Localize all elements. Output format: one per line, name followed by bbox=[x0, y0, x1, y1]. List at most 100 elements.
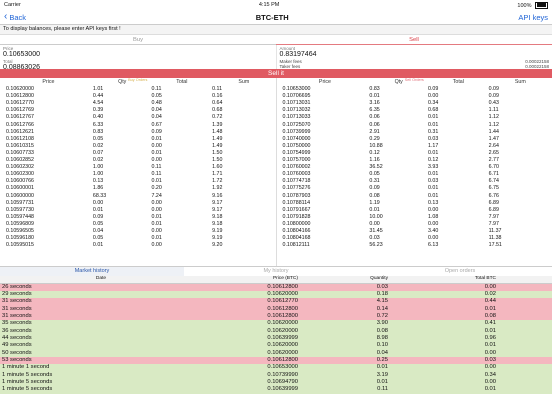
tab-buy[interactable]: Buy bbox=[0, 35, 276, 45]
history-row: 31 seconds 0.10612800 0.72 0.08 bbox=[0, 312, 552, 321]
order-row[interactable]: 0.10804166 31.45 3.40 11.37 bbox=[277, 228, 552, 235]
order-row[interactable]: 0.10750000 10.88 1.17 2.64 bbox=[277, 143, 552, 150]
order-row[interactable]: 0.10788114 1.19 0.13 6.89 bbox=[277, 200, 552, 207]
order-row[interactable]: 0.10739999 2.91 0.31 1.44 bbox=[277, 129, 552, 136]
order-row[interactable]: 0.10602300 1.00 0.11 1.71 bbox=[0, 171, 276, 178]
order-cell: 0.68 bbox=[428, 107, 439, 114]
order-cell: 0.02 bbox=[92, 142, 104, 149]
order-row[interactable]: 0.10757000 1.16 0.12 2.77 bbox=[277, 157, 552, 164]
order-row[interactable]: 0.10597448 0.09 0.01 9.18 bbox=[0, 214, 276, 221]
order-cell: 0.31 bbox=[428, 128, 439, 135]
history-row: 1 minute 1 second 0.10653000 0.01 0.00 bbox=[0, 364, 552, 372]
order-row[interactable]: 0.10602302 1.00 0.11 1.60 bbox=[0, 164, 276, 171]
order-row[interactable]: 0.10596505 0.04 0.00 9.19 bbox=[0, 228, 276, 235]
order-row[interactable]: 0.10774718 0.31 0.03 6.74 bbox=[277, 178, 552, 185]
order-row[interactable]: 0.10612621 0.83 0.09 1.48 bbox=[0, 129, 276, 136]
order-row[interactable]: 0.10600001 1.86 0.20 1.92 bbox=[0, 185, 276, 192]
order-row[interactable]: 0.10713033 0.06 0.01 1.12 bbox=[277, 114, 552, 121]
order-row[interactable]: 0.10706695 0.01 0.00 0.09 bbox=[277, 93, 552, 100]
market-history-list: 26 seconds 0.10612800 0.03 0.00 29 seconds 0.… bbox=[0, 283, 552, 394]
order-row[interactable]: 0.10725070 0.06 0.01 1.12 bbox=[277, 122, 552, 129]
order-row[interactable]: 0.10740000 0.29 0.03 1.47 bbox=[277, 136, 552, 143]
order-cell: 0.05 bbox=[92, 135, 104, 142]
carrier-label: Carrier bbox=[4, 2, 21, 8]
order-cell: 1.00 bbox=[92, 171, 104, 178]
order-cell: 1.44 bbox=[488, 128, 499, 135]
order-cell: 0.05 bbox=[151, 93, 162, 100]
order-cell: 0.03 bbox=[428, 135, 439, 142]
order-cell: 6.13 bbox=[428, 242, 439, 249]
total-input[interactable]: 0.08863026 bbox=[3, 64, 273, 72]
order-row[interactable]: 0.10612767 0.40 0.04 0.72 bbox=[0, 114, 276, 121]
order-cell: 1.39 bbox=[212, 121, 223, 128]
order-row[interactable]: 0.10620000 1.01 0.11 0.11 bbox=[0, 86, 276, 93]
tab-open-orders[interactable]: Open orders bbox=[368, 267, 552, 276]
api-keys-button[interactable]: API keys bbox=[518, 13, 548, 22]
buy-orders-list: 0.10620000 1.01 0.11 0.11 0.10612800 0.44 0.05… bbox=[0, 86, 276, 249]
history-tabs: Market history My history Open orders bbox=[0, 266, 552, 276]
order-row[interactable]: 0.10602852 0.02 0.00 1.50 bbox=[0, 157, 276, 164]
order-row[interactable]: 0.10612800 0.44 0.05 0.16 bbox=[0, 93, 276, 100]
order-row[interactable]: 0.10612766 6.33 0.67 1.39 bbox=[0, 122, 276, 129]
history-cell: 0.10620000 bbox=[267, 290, 298, 297]
order-row[interactable]: 0.10812111 56.23 6.13 17.51 bbox=[277, 242, 552, 249]
history-cell: 0.10620000 bbox=[267, 349, 298, 356]
order-row[interactable]: 0.10760002 36.52 3.93 6.70 bbox=[277, 164, 552, 171]
sell-orders-book: Sell Orders Price Qty Total Sum 0.106530… bbox=[275, 78, 552, 266]
order-row[interactable]: 0.10610315 0.02 0.00 1.49 bbox=[0, 143, 276, 150]
history-cell: 0.25 bbox=[376, 356, 388, 363]
order-cell: 0.00 bbox=[428, 93, 439, 100]
order-cell: 0.10612108 bbox=[6, 135, 34, 142]
order-row[interactable]: 0.10596809 0.05 0.01 9.18 bbox=[0, 221, 276, 228]
order-row[interactable]: 0.10791828 10.00 1.08 7.97 bbox=[277, 214, 552, 221]
order-row[interactable]: 0.10600766 0.13 0.01 1.72 bbox=[0, 178, 276, 185]
order-row[interactable]: 0.10775276 0.09 0.01 6.75 bbox=[277, 185, 552, 192]
order-row[interactable]: 0.10612769 0.39 0.04 0.68 bbox=[0, 107, 276, 114]
order-row[interactable]: 0.10595015 0.01 0.00 9.20 bbox=[0, 242, 276, 249]
order-cell: 0.10713031 bbox=[282, 100, 311, 107]
order-cell: 0.12 bbox=[369, 149, 380, 156]
tab-market-history[interactable]: Market history bbox=[0, 267, 184, 276]
sell-orders-caption: Sell Orders bbox=[404, 78, 424, 82]
taker-fees-value: 0.00022158 bbox=[525, 63, 549, 69]
order-cell: 0.10812111 bbox=[282, 242, 310, 249]
order-cell: 0.09 bbox=[488, 93, 499, 100]
order-cell: 0.00 bbox=[151, 242, 162, 249]
order-row[interactable]: 0.10787903 0.08 0.01 6.76 bbox=[277, 193, 552, 200]
order-row[interactable]: 0.10804168 0.03 0.00 11.38 bbox=[277, 235, 552, 242]
order-row[interactable]: 0.10612770 4.54 0.48 0.64 bbox=[0, 100, 276, 107]
order-cell: 1.50 bbox=[212, 149, 223, 156]
order-row[interactable]: 0.10597731 0.00 0.00 9.17 bbox=[0, 200, 276, 207]
order-row[interactable]: 0.10754999 0.12 0.01 2.65 bbox=[277, 150, 552, 157]
order-cell: 1.11 bbox=[488, 107, 499, 114]
order-cell: 0.10788114 bbox=[282, 199, 311, 206]
order-row[interactable]: 0.10653000 0.83 0.09 0.09 bbox=[277, 86, 552, 93]
order-cell: 6.89 bbox=[488, 199, 499, 206]
order-cell: 0.06 bbox=[369, 114, 380, 121]
order-row[interactable]: 0.10791667 0.01 0.00 6.89 bbox=[277, 207, 552, 214]
price-input[interactable]: 0.10653000 bbox=[3, 51, 273, 59]
order-row[interactable]: 0.10607733 0.07 0.01 1.50 bbox=[0, 150, 276, 157]
order-cell: 9.20 bbox=[212, 242, 223, 249]
back-button[interactable]: ‹ Back bbox=[4, 12, 26, 22]
history-row: 49 seconds 0.10620000 0.10 0.01 bbox=[0, 342, 552, 350]
tab-sell[interactable]: Sell bbox=[276, 35, 552, 45]
order-row[interactable]: 0.10612108 0.05 0.01 1.49 bbox=[0, 136, 276, 143]
tab-my-history[interactable]: My history bbox=[184, 267, 368, 276]
order-row[interactable]: 0.10596180 0.05 0.01 9.19 bbox=[0, 235, 276, 242]
amount-input[interactable]: 0.83197464 bbox=[280, 51, 550, 59]
order-cell: 11.38 bbox=[488, 235, 502, 242]
history-cell: 49 seconds bbox=[2, 342, 32, 349]
order-cell: 0.11 bbox=[212, 86, 223, 93]
order-row[interactable]: 0.10800000 0.00 0.00 7.97 bbox=[277, 221, 552, 228]
history-cell: 0.04 bbox=[376, 349, 388, 356]
order-cell: 0.10725070 bbox=[282, 121, 311, 128]
order-row[interactable]: 0.10600000 68.33 7.24 9.16 bbox=[0, 193, 276, 200]
order-cell: 0.10595015 bbox=[6, 242, 34, 249]
order-row[interactable]: 0.10597730 0.01 0.00 9.17 bbox=[0, 207, 276, 214]
history-cell: 0.10 bbox=[376, 342, 388, 349]
order-row[interactable]: 0.10713032 6.35 0.68 1.11 bbox=[277, 107, 552, 114]
order-row[interactable]: 0.10760003 0.05 0.01 6.71 bbox=[277, 171, 552, 178]
order-row[interactable]: 0.10713031 3.16 0.34 0.43 bbox=[277, 100, 552, 107]
order-cell: 0.11 bbox=[151, 164, 162, 171]
